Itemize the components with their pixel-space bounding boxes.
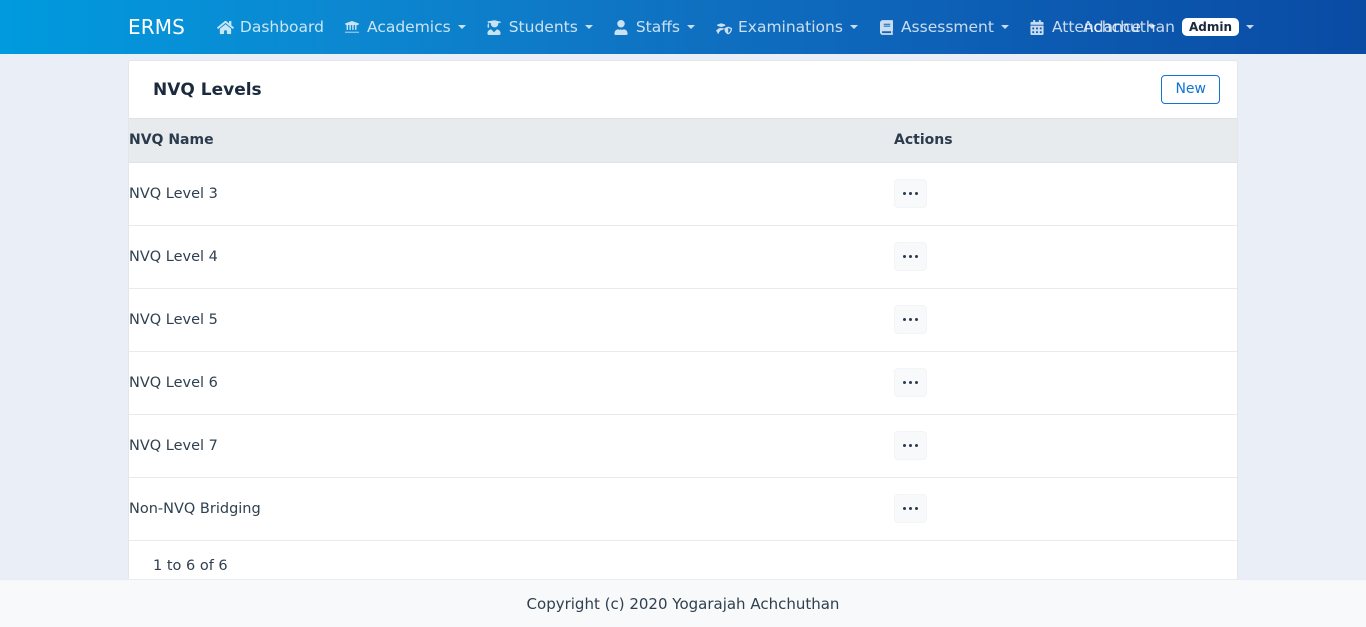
- dot-icon: [902, 380, 907, 385]
- table-row: NVQ Level 4: [129, 225, 1237, 289]
- dot-icon: [908, 380, 913, 385]
- status-badge: Admin: [1181, 18, 1239, 36]
- table-row: NVQ Level 7: [129, 414, 1237, 478]
- card-header: NVQ Levels New: [129, 61, 1237, 118]
- nav-label: Staffs: [635, 18, 680, 36]
- chevron-down-icon: [584, 25, 593, 29]
- cell-actions: [894, 288, 1237, 352]
- main-nav: Dashboard Academics Students Staffs Exam…: [207, 18, 1166, 36]
- column-header-nvq-name: NVQ Name: [129, 118, 894, 163]
- dot-icon: [914, 506, 919, 511]
- cell-actions: [894, 414, 1237, 478]
- dot-icon: [908, 191, 913, 196]
- chevron-down-icon: [457, 25, 466, 29]
- graduation-cap-icon: [715, 19, 732, 35]
- dot-icon: [914, 443, 919, 448]
- table-row: NVQ Level 6: [129, 351, 1237, 415]
- user-menu[interactable]: Achchuthan Admin: [1083, 18, 1254, 36]
- table-row: NVQ Level 3: [129, 162, 1237, 226]
- nav-label: Examinations: [737, 18, 843, 36]
- dot-icon: [914, 191, 919, 196]
- table-header: NVQ Name Actions: [129, 118, 1237, 163]
- row-actions-menu-button[interactable]: [894, 494, 927, 523]
- dot-icon: [902, 506, 907, 511]
- nvq-levels-table: NVQ Name Actions NVQ Level 3 NVQ Level 4: [129, 118, 1237, 541]
- chevron-down-icon: [686, 25, 695, 29]
- brand-logo[interactable]: ERMS: [128, 15, 185, 39]
- top-navbar: ERMS Dashboard Academics Students Staffs…: [0, 0, 1366, 54]
- user-tie-icon: [613, 19, 630, 35]
- dot-icon: [908, 443, 913, 448]
- dot-icon: [902, 191, 907, 196]
- dot-icon: [902, 443, 907, 448]
- site-footer: Copyright (c) 2020 Yogarajah Achchuthan: [0, 579, 1366, 627]
- cell-actions: [894, 225, 1237, 289]
- nvq-levels-card: NVQ Levels New NVQ Name Actions NVQ Leve…: [128, 60, 1238, 593]
- dot-icon: [914, 254, 919, 259]
- cell-nvq-name: NVQ Level 3: [129, 162, 894, 226]
- home-icon: [216, 19, 234, 35]
- nav-item-dashboard[interactable]: Dashboard: [207, 18, 334, 36]
- nav-label: Students: [508, 18, 578, 36]
- nav-item-examinations[interactable]: Examinations: [705, 18, 868, 36]
- page-root: ERMS Dashboard Academics Students Staffs…: [0, 0, 1366, 627]
- calendar-icon: [1029, 19, 1046, 35]
- nav-item-students[interactable]: Students: [476, 18, 603, 36]
- nav-item-staffs[interactable]: Staffs: [603, 18, 705, 36]
- row-actions-menu-button[interactable]: [894, 368, 927, 397]
- nav-label: Academics: [366, 18, 451, 36]
- table-row: NVQ Level 5: [129, 288, 1237, 352]
- dot-icon: [908, 506, 913, 511]
- book-icon: [878, 19, 895, 35]
- new-button[interactable]: New: [1161, 75, 1220, 104]
- row-actions-menu-button[interactable]: [894, 242, 927, 271]
- cell-nvq-name: NVQ Level 5: [129, 288, 894, 352]
- chevron-down-icon: [849, 25, 858, 29]
- row-actions-menu-button[interactable]: [894, 431, 927, 460]
- cell-actions: [894, 477, 1237, 541]
- dot-icon: [902, 317, 907, 322]
- user-graduate-icon: [486, 19, 503, 35]
- user-name: Achchuthan: [1082, 18, 1175, 36]
- table-body: NVQ Level 3 NVQ Level 4 NVQ Level 5 NVQ …: [129, 162, 1237, 541]
- nav-label: Dashboard: [239, 18, 324, 36]
- cell-nvq-name: NVQ Level 6: [129, 351, 894, 415]
- column-header-actions: Actions: [894, 118, 1237, 163]
- dot-icon: [908, 254, 913, 259]
- dot-icon: [914, 317, 919, 322]
- dot-icon: [914, 380, 919, 385]
- cell-nvq-name: NVQ Level 4: [129, 225, 894, 289]
- nav-item-academics[interactable]: Academics: [334, 18, 476, 36]
- nav-item-assessment[interactable]: Assessment: [868, 18, 1019, 36]
- row-actions-menu-button[interactable]: [894, 305, 927, 334]
- page-title: NVQ Levels: [153, 79, 262, 100]
- cell-nvq-name: NVQ Level 7: [129, 414, 894, 478]
- copyright-text: Copyright (c) 2020 Yogarajah Achchuthan: [526, 594, 840, 613]
- row-actions-menu-button[interactable]: [894, 179, 927, 208]
- table-header-row: NVQ Name Actions: [129, 118, 1237, 163]
- bank-icon: [344, 19, 361, 35]
- nav-label: Assessment: [900, 18, 994, 36]
- dot-icon: [908, 317, 913, 322]
- dot-icon: [902, 254, 907, 259]
- chevron-down-icon: [1000, 25, 1009, 29]
- cell-actions: [894, 351, 1237, 415]
- cell-actions: [894, 162, 1237, 226]
- cell-nvq-name: Non-NVQ Bridging: [129, 477, 894, 541]
- table-row: Non-NVQ Bridging: [129, 477, 1237, 541]
- chevron-down-icon: [1246, 25, 1254, 29]
